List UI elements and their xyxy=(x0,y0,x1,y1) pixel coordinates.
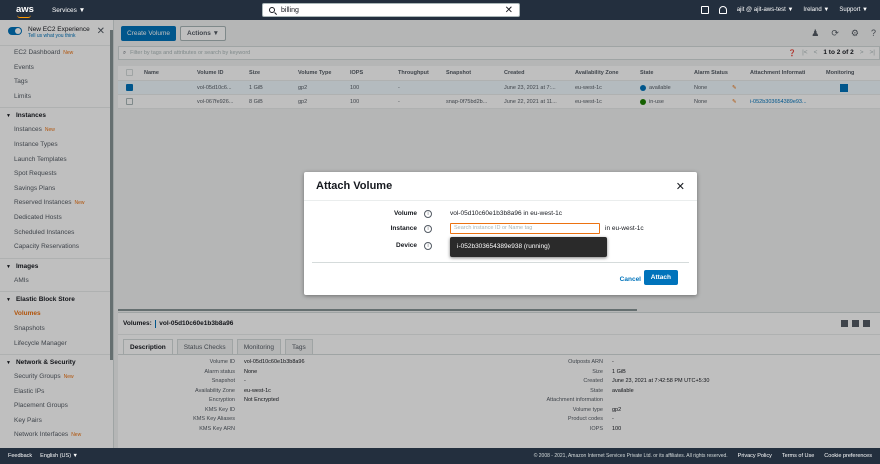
attach-button[interactable]: Attach xyxy=(643,270,678,285)
info-icon[interactable]: i xyxy=(424,242,432,250)
info-icon[interactable]: i xyxy=(424,210,432,218)
clear-search-icon[interactable]: ✕ xyxy=(505,5,513,16)
privacy-link[interactable]: Privacy Policy xyxy=(738,453,772,459)
language-menu[interactable]: English (US) ▼ xyxy=(40,453,78,459)
cloudshell-icon[interactable] xyxy=(700,6,709,14)
instance-search-input[interactable]: Search instance ID or Name tag xyxy=(450,223,600,234)
account-menu[interactable]: ajit @ ajit-aws-test ▼ xyxy=(737,7,794,13)
aws-logo-text: aws xyxy=(16,4,34,15)
support-menu[interactable]: Support ▼ xyxy=(839,7,868,13)
instance-row: Instance i Search instance ID or Name ta… xyxy=(304,222,697,236)
close-icon[interactable]: ✕ xyxy=(676,180,685,193)
volume-value: vol-05d10c60e1b3b8a96 in eu-west-1c xyxy=(450,210,563,217)
instance-az-suffix: in eu-west-1c xyxy=(605,225,644,232)
device-label: Device xyxy=(396,242,417,249)
dialog-title: Attach Volume xyxy=(304,172,697,201)
services-menu[interactable]: Services ▼ xyxy=(52,7,85,14)
aws-logo[interactable]: aws xyxy=(16,4,34,18)
global-search-input[interactable]: billing ✕ xyxy=(262,3,520,17)
terms-link[interactable]: Terms of Use xyxy=(782,453,814,459)
region-menu[interactable]: Ireland ▼ xyxy=(803,7,829,13)
search-icon xyxy=(269,7,275,13)
footer: Feedback English (US) ▼ © 2008 - 2021, A… xyxy=(0,448,880,464)
volume-label: Volume xyxy=(394,210,417,217)
copyright-text: © 2008 - 2021, Amazon Internet Services … xyxy=(533,453,728,459)
info-icon[interactable]: i xyxy=(424,225,432,233)
feedback-link[interactable]: Feedback xyxy=(8,453,32,459)
dialog-divider xyxy=(312,262,689,263)
search-value: billing xyxy=(281,6,299,14)
top-nav-bar: aws Services ▼ billing ✕ ajit @ ajit-aws… xyxy=(0,0,880,20)
cancel-button[interactable]: Cancel xyxy=(620,276,641,283)
instance-suggestion-item[interactable]: i-052b303654389e938 (running) xyxy=(450,237,607,257)
instance-label: Instance xyxy=(390,225,417,232)
attach-volume-dialog: Attach Volume ✕ Volume i vol-05d10c60e1b… xyxy=(304,172,697,295)
volume-row: Volume i vol-05d10c60e1b3b8a96 in eu-wes… xyxy=(304,207,697,221)
cookies-link[interactable]: Cookie preferences xyxy=(824,453,872,459)
notifications-bell-icon[interactable] xyxy=(718,6,727,14)
